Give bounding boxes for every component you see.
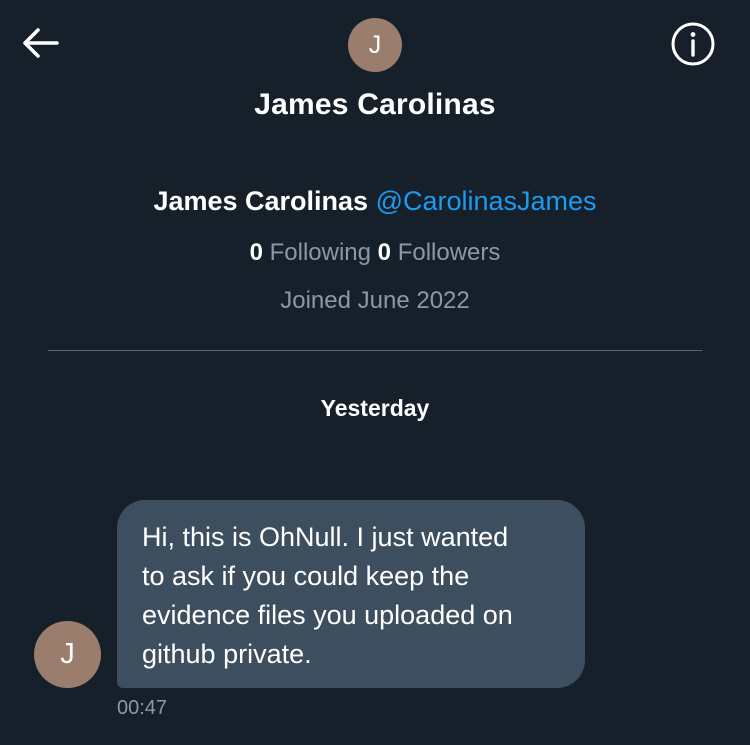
avatar-initial: J <box>368 30 382 59</box>
profile-name: James Carolinas <box>153 186 369 216</box>
profile-summary[interactable]: James Carolinas @CarolinasJames <box>0 186 750 217</box>
message-text-line: github private. <box>142 639 312 669</box>
follow-stats: 0 Following 0 Followers <box>0 239 750 267</box>
profile-handle[interactable]: @CarolinasJames <box>376 186 597 216</box>
conversation-title: James Carolinas <box>254 88 496 121</box>
joined-date: Joined June 2022 <box>280 287 470 314</box>
divider <box>48 350 702 351</box>
message-text-line: to ask if you could keep the <box>142 561 470 591</box>
back-button[interactable] <box>22 26 60 64</box>
avatar-initial: J <box>60 638 75 670</box>
following-label: Following <box>269 239 371 266</box>
header-avatar[interactable]: J <box>348 18 402 72</box>
followers-label: Followers <box>397 239 501 266</box>
date-separator: Yesterday <box>320 395 430 421</box>
message-sender-avatar[interactable]: J <box>34 621 101 688</box>
following-count: 0 <box>249 239 263 266</box>
following-link[interactable]: 0 Following <box>250 239 371 266</box>
info-circle-icon <box>670 21 716 72</box>
message-bubble[interactable]: Hi, this is OhNull. I just wanted to ask… <box>117 500 585 688</box>
message-timestamp: 00:47 <box>117 697 168 719</box>
message-text-line: evidence files you uploaded on <box>142 600 513 630</box>
message-text-line: Hi, this is OhNull. I just wanted <box>142 522 509 552</box>
followers-link[interactable]: 0 Followers <box>378 239 501 266</box>
followers-count: 0 <box>377 239 392 266</box>
arrow-left-icon <box>23 27 59 63</box>
conversation-info-button[interactable] <box>669 22 717 70</box>
